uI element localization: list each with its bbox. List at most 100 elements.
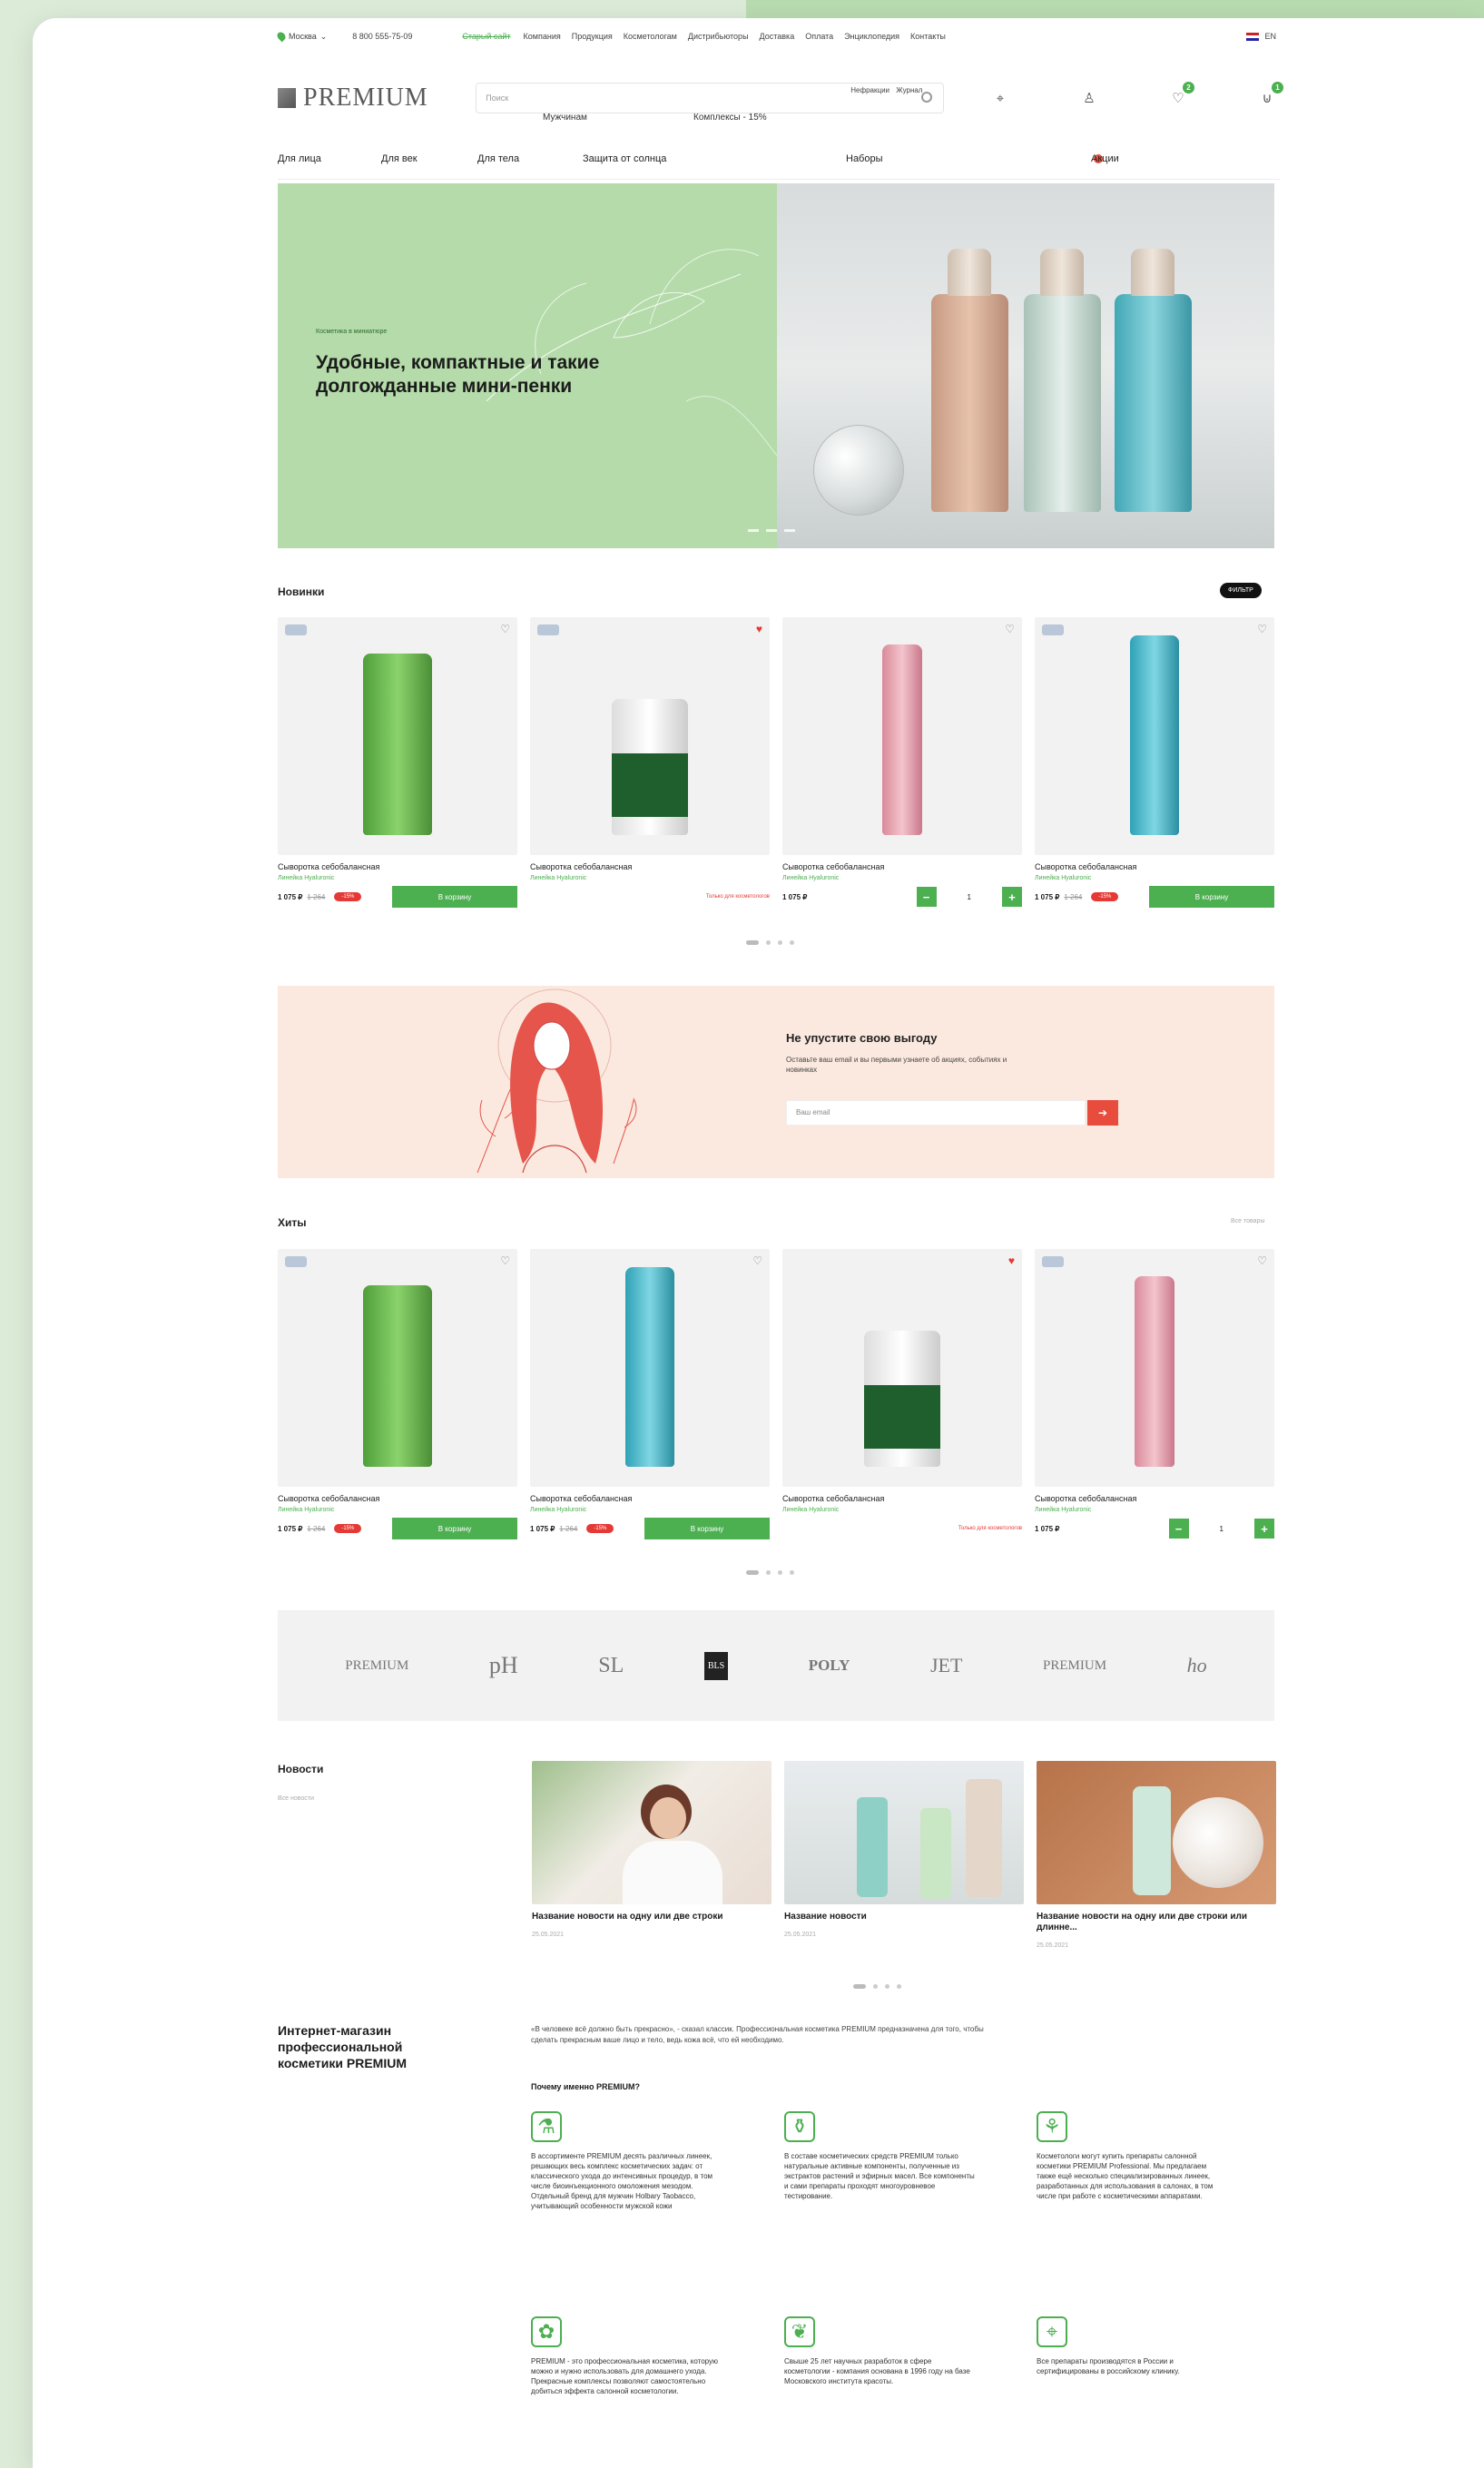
product-image[interactable]: ♡ (1035, 617, 1274, 855)
subnav-men[interactable]: Мужчинам (543, 113, 587, 123)
nav-sun-protection[interactable]: Защита от солнца (583, 153, 666, 164)
product-name[interactable]: Сыворотка себобалансная (530, 862, 770, 872)
pager-dot[interactable] (853, 1984, 866, 1989)
nav-kits[interactable]: Наборы (846, 153, 883, 164)
nav-body[interactable]: Для тела (477, 153, 519, 164)
minus-button[interactable]: − (1168, 1519, 1189, 1539)
add-to-cart-button[interactable]: В корзину (392, 886, 517, 908)
heart-icon[interactable]: ♡ (1257, 1254, 1267, 1267)
hero-pager[interactable] (748, 529, 795, 532)
quantity-stepper[interactable]: − 1 + (916, 887, 1022, 907)
pager-dot[interactable] (766, 529, 777, 532)
news-card[interactable]: Название новости на одну или две строки … (1037, 1761, 1276, 1949)
news-title[interactable]: Название новости (784, 1912, 1024, 1922)
all-news-link[interactable]: Все новости (278, 1795, 314, 1802)
heart-icon[interactable]: ♡ (1005, 623, 1015, 635)
product-image[interactable]: ♥ (530, 617, 770, 855)
search-icon[interactable] (921, 92, 932, 103)
pager-dot[interactable] (784, 529, 795, 532)
brand-logo[interactable]: PREMIUM (1043, 1658, 1106, 1674)
pager-dot[interactable] (778, 940, 782, 945)
top-nav-delivery[interactable]: Доставка (760, 32, 795, 41)
minus-button[interactable]: − (916, 887, 937, 907)
product-name[interactable]: Сыворотка себобалансная (1035, 862, 1274, 872)
pager-dot[interactable] (748, 529, 759, 532)
top-nav-payment[interactable]: Оплата (805, 32, 833, 41)
news-title[interactable]: Название новости на одну или две строки … (1037, 1912, 1276, 1933)
wishlist-icon[interactable]: ♡ 2 (1169, 82, 1194, 107)
quantity-value[interactable]: 1 (968, 893, 971, 901)
new-products-pager[interactable] (746, 940, 794, 945)
search-bar[interactable]: Поиск Нефракции Журнал (476, 83, 944, 113)
news-image[interactable] (532, 1761, 771, 1904)
language-switch[interactable]: EN (1246, 32, 1276, 41)
brand-logo[interactable]: pH (489, 1652, 518, 1679)
product-name[interactable]: Сыворотка себобалансная (278, 862, 517, 872)
phone-link[interactable]: 8 800 555-75-09 (352, 32, 412, 41)
product-image[interactable]: ♡ (1035, 1249, 1274, 1487)
pager-dot[interactable] (790, 940, 794, 945)
plus-button[interactable]: + (1254, 1519, 1274, 1539)
quantity-value[interactable]: 1 (1220, 1525, 1224, 1533)
add-to-cart-button[interactable]: В корзину (1149, 886, 1274, 908)
top-nav-cosmetologists[interactable]: Косметологам (624, 32, 677, 41)
top-nav-contacts[interactable]: Контакты (910, 32, 946, 41)
all-products-link[interactable]: Все товары (1231, 1218, 1265, 1224)
product-card[interactable]: ♥ Сыворотка себобалансная Линейка Hyalur… (782, 1249, 1022, 1539)
news-pager[interactable] (853, 1984, 901, 1989)
product-image[interactable]: ♥ (782, 1249, 1022, 1487)
pager-dot[interactable] (766, 1570, 771, 1575)
brand-logo[interactable]: POLY (809, 1657, 850, 1675)
nav-face[interactable]: Для лица (278, 153, 321, 164)
product-image[interactable]: ♡ (782, 617, 1022, 855)
pager-dot[interactable] (746, 1570, 759, 1575)
heart-icon[interactable]: ♡ (1257, 623, 1267, 635)
heart-icon[interactable]: ♥ (756, 623, 762, 635)
news-card[interactable]: Название новости на одну или две строки … (532, 1761, 771, 1938)
old-site-link[interactable]: Старый сайт (462, 32, 510, 41)
search-chip[interactable]: Нефракции (850, 86, 889, 94)
add-to-cart-button[interactable]: В корзину (392, 1518, 517, 1539)
product-card[interactable]: ♡ Сыворотка себобалансная Линейка Hyalur… (1035, 617, 1274, 908)
product-card[interactable]: ♡ Сыворотка себобалансная Линейка Hyalur… (1035, 1249, 1274, 1539)
brand-logo[interactable]: SL (598, 1654, 624, 1678)
pager-dot[interactable] (746, 940, 759, 945)
heart-icon[interactable]: ♡ (500, 1254, 510, 1267)
pager-dot[interactable] (778, 1570, 782, 1575)
logo[interactable]: PREMIUM (278, 84, 457, 113)
top-nav-products[interactable]: Продукция (572, 32, 613, 41)
top-nav-distributors[interactable]: Дистрибьюторы (688, 32, 749, 41)
heart-icon[interactable]: ♡ (500, 623, 510, 635)
brand-logo[interactable]: BLS (703, 1651, 729, 1680)
top-nav-encyclopedia[interactable]: Энциклопедия (844, 32, 899, 41)
filter-button[interactable]: ФИЛЬТР (1220, 583, 1262, 598)
product-card[interactable]: ♡ Сыворотка себобалансная Линейка Hyalur… (782, 617, 1022, 907)
email-field[interactable]: Ваш email (786, 1100, 1086, 1126)
brand-logo[interactable]: JET (930, 1654, 962, 1677)
plus-button[interactable]: + (1002, 887, 1022, 907)
heart-icon[interactable]: ♡ (752, 1254, 762, 1267)
pager-dot[interactable] (766, 940, 771, 945)
news-card[interactable]: Название новости 25.05.2021 (784, 1761, 1024, 1938)
pager-dot[interactable] (790, 1570, 794, 1575)
news-title[interactable]: Название новости на одну или две строки (532, 1912, 771, 1922)
heart-icon[interactable]: ♥ (1008, 1254, 1015, 1267)
product-name[interactable]: Сыворотка себобалансная (530, 1494, 770, 1504)
product-name[interactable]: Сыворотка себобалансная (782, 1494, 1022, 1504)
product-card[interactable]: ♡ Сыворотка себобалансная Линейка Hyalur… (530, 1249, 770, 1539)
nav-eyelids[interactable]: Для век (381, 153, 418, 164)
product-card[interactable]: ♥ Сыворотка себобалансная Линейка Hyalur… (530, 617, 770, 907)
subnav-kits[interactable]: Комплексы - 15% (693, 113, 767, 123)
pager-dot[interactable] (885, 1984, 889, 1989)
location-icon[interactable]: ⌖ (991, 89, 1009, 107)
product-name[interactable]: Сыворотка себобалансная (1035, 1494, 1274, 1504)
news-image[interactable] (1037, 1761, 1276, 1904)
city-selector[interactable]: Москва ⌄ (275, 30, 327, 43)
product-card[interactable]: ♡ Сыворотка себобалансная Линейка Hyalur… (278, 1249, 517, 1539)
brand-logo[interactable]: ho (1187, 1654, 1207, 1677)
add-to-cart-button[interactable]: В корзину (644, 1518, 770, 1539)
product-image[interactable]: ♡ (530, 1249, 770, 1487)
pager-dot[interactable] (873, 1984, 878, 1989)
subscribe-send-button[interactable]: ➔ (1087, 1100, 1118, 1126)
product-image[interactable]: ♡ (278, 617, 517, 855)
